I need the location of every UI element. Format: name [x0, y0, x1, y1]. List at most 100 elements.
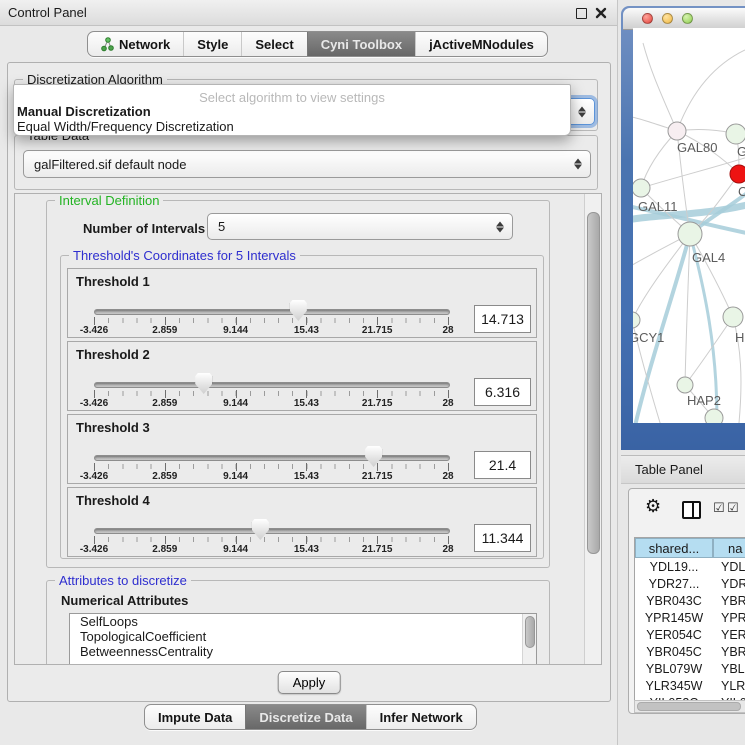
- attribute-list-item[interactable]: BetweennessCentrality: [70, 644, 536, 659]
- cell-name: YLR3: [713, 679, 745, 693]
- network-node-label: GAL11: [638, 199, 678, 214]
- interval-definition-group-title: Interval Definition: [55, 193, 163, 208]
- algorithm-option[interactable]: Manual Discretization: [17, 104, 151, 119]
- network-node[interactable]: [726, 124, 745, 144]
- tab-cyni-toolbox[interactable]: Cyni Toolbox: [307, 32, 415, 56]
- table-horizontal-scrollbar[interactable]: [634, 700, 745, 713]
- slider-tick-label: 9.144: [223, 471, 248, 482]
- network-node[interactable]: [633, 312, 640, 328]
- tab-select[interactable]: Select: [241, 32, 306, 56]
- slider-major-tick: [377, 390, 378, 398]
- table-panel-title: Table Panel: [635, 462, 703, 477]
- slider-major-tick: [236, 390, 237, 398]
- slider-tick-label: 2.859: [152, 544, 177, 555]
- network-node[interactable]: [678, 222, 702, 246]
- network-edge: [641, 156, 745, 188]
- tab-jactivemnodules[interactable]: jActiveMNodules: [415, 32, 547, 56]
- mac-zoom-icon[interactable]: [682, 13, 693, 24]
- slider-major-tick: [94, 463, 95, 471]
- settings-vertical-scrollbar[interactable]: [584, 194, 601, 664]
- tab-label: Cyni Toolbox: [321, 37, 402, 52]
- slider-major-tick: [165, 463, 166, 471]
- network-edge: [635, 234, 690, 423]
- column-header-name[interactable]: na: [713, 538, 745, 558]
- network-node[interactable]: [705, 409, 723, 423]
- table-row[interactable]: YPR145WYPR1: [635, 609, 745, 626]
- control-panel: Control Panel NetworkStyleSelect Cyni Too…: [0, 0, 618, 745]
- slider-major-tick: [165, 317, 166, 325]
- network-node-label: G: [737, 144, 745, 159]
- tab-network[interactable]: Network: [88, 32, 183, 56]
- table-row[interactable]: YBR045CYBR0: [635, 643, 745, 660]
- table-data-select[interactable]: galFiltered.sif default node: [23, 150, 591, 178]
- threshold-value-field[interactable]: 14.713: [474, 305, 531, 333]
- slider-track[interactable]: [94, 528, 450, 534]
- threshold-value-field[interactable]: 21.4: [474, 451, 531, 479]
- table-panel: ⚙ ☑ ☑ shared... na YDL19...YDL1YDR27...Y…: [628, 488, 745, 714]
- gear-icon[interactable]: ⚙: [645, 497, 661, 515]
- bottom-tab-infer-network[interactable]: Infer Network: [366, 705, 476, 729]
- slider-track[interactable]: [94, 382, 450, 388]
- slider-tick-label: 9.144: [223, 325, 248, 336]
- settings-scrollbar-thumb[interactable]: [587, 212, 600, 554]
- table-row[interactable]: YDL19...YDL1: [635, 558, 745, 575]
- table-data-group: Table Data galFiltered.sif default node: [14, 135, 598, 190]
- number-of-intervals-select[interactable]: 5: [207, 213, 513, 240]
- checkbox-icon[interactable]: ☑: [727, 500, 739, 516]
- panel-title: Control Panel: [8, 5, 87, 20]
- network-node[interactable]: [633, 179, 650, 197]
- slider-major-tick: [377, 317, 378, 325]
- numerical-attributes-list[interactable]: SelfLoopsTopologicalCoefficientBetweenne…: [69, 613, 537, 665]
- network-node[interactable]: [677, 377, 693, 393]
- table-hscrollbar-thumb[interactable]: [637, 702, 741, 711]
- network-edge: [690, 234, 733, 317]
- network-node[interactable]: [730, 165, 745, 183]
- node-table: shared... na YDL19...YDL1YDR27...YDR2YBR…: [634, 537, 745, 712]
- threshold-label: Threshold 2: [76, 347, 150, 362]
- network-node[interactable]: [668, 122, 686, 140]
- table-row[interactable]: YLR345WYLR3: [635, 677, 745, 694]
- cell-shared-name: YBL079W: [635, 662, 713, 676]
- mac-minimize-icon[interactable]: [662, 13, 673, 24]
- table-header-row: shared... na: [635, 538, 745, 558]
- float-window-icon[interactable]: [576, 8, 587, 19]
- bottom-tab-discretize-data[interactable]: Discretize Data: [245, 705, 365, 729]
- apply-button[interactable]: Apply: [278, 671, 341, 694]
- tab-label: Discretize Data: [259, 710, 352, 725]
- threshold-value-field[interactable]: 6.316: [474, 378, 531, 406]
- slider-major-tick: [448, 390, 449, 398]
- threshold-list: Threshold 1 -3.4262.8599.14415.4321.7152…: [67, 268, 537, 560]
- slider-minor-ticks: [94, 391, 449, 396]
- mac-close-icon[interactable]: [642, 13, 653, 24]
- close-icon[interactable]: [595, 7, 607, 19]
- algorithm-option[interactable]: Equal Width/Frequency Discretization: [17, 119, 234, 134]
- attribute-list-item[interactable]: SelfLoops: [70, 614, 536, 629]
- slider-tick-label: 21.715: [362, 544, 393, 555]
- tab-style[interactable]: Style: [183, 32, 241, 56]
- slider-tick-label: 9.144: [223, 398, 248, 409]
- network-canvas[interactable]: GAL80GCGAL11GAL4GCY1HHAP2: [633, 28, 745, 423]
- attributes-list-scrollbar[interactable]: [522, 614, 536, 665]
- slider-track[interactable]: [94, 455, 450, 461]
- network-node-label: GAL4: [692, 250, 725, 265]
- threshold-value-field[interactable]: 11.344: [474, 524, 531, 552]
- cyni-bottom-tabs: Impute Data Discretize Data Infer Network: [144, 704, 477, 730]
- bottom-tab-impute-data[interactable]: Impute Data: [145, 705, 245, 729]
- network-node[interactable]: [723, 307, 743, 327]
- network-edge: [643, 43, 677, 131]
- table-row[interactable]: YBL079WYBL0: [635, 660, 745, 677]
- table-row[interactable]: YER054CYER0: [635, 626, 745, 643]
- algorithm-popup-hint: Select algorithm to view settings: [14, 90, 570, 105]
- attribute-list-item[interactable]: TopologicalCoefficient: [70, 629, 536, 644]
- network-icon: [101, 37, 114, 52]
- slider-tick-label: 2.859: [152, 398, 177, 409]
- column-header-shared-name[interactable]: shared...: [635, 538, 713, 558]
- cell-shared-name: YDR27...: [635, 577, 713, 591]
- table-row[interactable]: YBR043CYBR0: [635, 592, 745, 609]
- attributes-scrollbar-thumb[interactable]: [525, 616, 535, 648]
- slider-track[interactable]: [94, 309, 450, 315]
- checkbox-icon[interactable]: ☑: [713, 500, 725, 516]
- table-row[interactable]: YDR27...YDR2: [635, 575, 745, 592]
- columns-icon[interactable]: [682, 501, 701, 519]
- slider-tick-label: 21.715: [362, 471, 393, 482]
